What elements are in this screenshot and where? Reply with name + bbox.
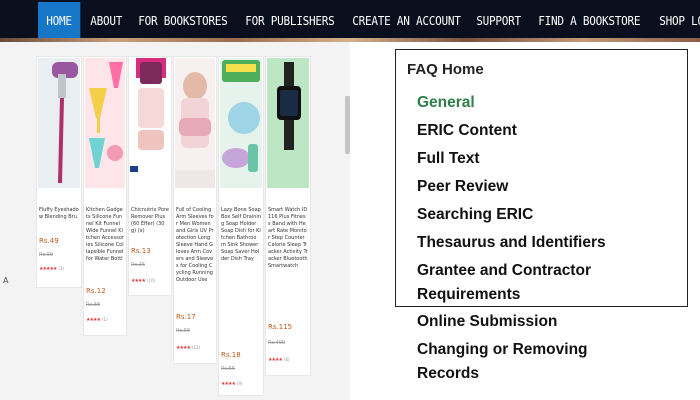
product-title[interactable]: Kitchen Gadgets Silicone Funnel Kit Funn… bbox=[86, 207, 124, 263]
review-count: (9) bbox=[236, 381, 243, 386]
product-image-smartwatch bbox=[267, 58, 309, 188]
rating-stars: ★★★★ bbox=[86, 317, 101, 323]
faq-link-searching-eric[interactable]: Searching ERIC bbox=[417, 203, 533, 227]
product-card[interactable]: Lazy Bone Soap Box Self Draining Soap Ho… bbox=[218, 56, 264, 396]
rating-stars: ★★★★ bbox=[268, 357, 283, 363]
faq-link-full-text[interactable]: Full Text bbox=[417, 147, 480, 171]
product-image-sleeves bbox=[175, 58, 215, 188]
product-card[interactable]: Smart Watch ID116 Plus Fitness Band with… bbox=[265, 56, 311, 376]
nav-home[interactable]: HOME bbox=[38, 2, 81, 40]
product-old-price: Rs.99 bbox=[39, 252, 54, 258]
scrollbar-thumb[interactable] bbox=[345, 96, 350, 154]
product-rating: ★★★★ (12) bbox=[176, 345, 200, 351]
rating-stars: ★★★★ bbox=[176, 345, 191, 351]
faq-title: FAQ Home bbox=[407, 61, 484, 78]
product-price: Rs.13 bbox=[131, 247, 151, 255]
rating-stars: ★★★★ bbox=[131, 278, 146, 284]
review-count: (12) bbox=[191, 345, 201, 350]
product-price: Rs.18 bbox=[221, 351, 241, 359]
product-old-price: Rs.55 bbox=[221, 366, 236, 372]
nav-for-publishers[interactable]: FOR PUBLISHERS bbox=[237, 2, 343, 40]
faq-link-thesaurus[interactable]: Thesaurus and Identifiers bbox=[417, 231, 606, 255]
product-title[interactable]: Smart Watch ID116 Plus Fitness Band with… bbox=[268, 207, 308, 319]
nav-create-account[interactable]: CREATE AN ACCOUNT bbox=[344, 2, 469, 40]
product-title[interactable]: Lazy Bone Soap Box Self Draining Soap Ho… bbox=[221, 207, 261, 347]
product-old-price: Rs.38 bbox=[86, 302, 101, 308]
faq-link-records[interactable]: Records bbox=[417, 362, 479, 386]
product-title[interactable]: Chicnutrix Pore Remover Plus (60 Effer) … bbox=[131, 207, 169, 235]
review-count: (6) bbox=[283, 357, 290, 362]
product-title[interactable]: Fluffy Eyeshadow Blending Brush bbox=[39, 207, 79, 221]
top-navigation: HOME ABOUT FOR BOOKSTORES FOR PUBLISHERS… bbox=[0, 0, 700, 42]
product-rating: ★★★★★ (3) bbox=[39, 266, 64, 272]
product-price: Rs.12 bbox=[86, 287, 106, 295]
faq-link-online-submission[interactable]: Online Submission bbox=[417, 310, 557, 334]
rating-stars: ★★★★★ bbox=[39, 266, 57, 272]
review-count: (1) bbox=[101, 317, 108, 322]
product-rating: ★★★★ (6) bbox=[268, 357, 290, 363]
rating-stars: ★★★★ bbox=[221, 381, 236, 387]
review-count: (10) bbox=[146, 278, 156, 283]
faq-link-requirements[interactable]: Requirements bbox=[417, 283, 520, 307]
product-rating: ★★★★ (9) bbox=[221, 381, 243, 387]
nav-shop-local[interactable]: SHOP LOCAL bbox=[651, 2, 700, 40]
product-card[interactable]: Fluffy Eyeshadow Blending Brush Rs.49 Rs… bbox=[36, 56, 82, 288]
product-image-jar bbox=[130, 58, 170, 188]
nav-find-bookstore[interactable]: FIND A BOOKSTORE bbox=[530, 2, 648, 40]
faq-link-changing-removing[interactable]: Changing or Removing bbox=[417, 338, 588, 362]
product-image-soap-holder bbox=[220, 58, 262, 188]
product-old-price: Rs.25 bbox=[131, 262, 146, 268]
faq-link-general[interactable]: General bbox=[417, 91, 475, 115]
nav-support[interactable]: SUPPORT bbox=[468, 2, 529, 40]
product-price: Rs.49 bbox=[39, 237, 59, 245]
product-rating: ★★★★ (10) bbox=[131, 278, 155, 284]
product-card[interactable]: Kitchen Gadgets Silicone Funnel Kit Funn… bbox=[83, 56, 127, 336]
faq-link-peer-review[interactable]: Peer Review bbox=[417, 175, 508, 199]
product-title[interactable]: Full of Cooling Arm Sleeves for Men Wome… bbox=[176, 207, 214, 305]
product-price: Rs.17 bbox=[176, 313, 196, 321]
product-image-funnel bbox=[85, 58, 125, 188]
product-rating: ★★★★ (1) bbox=[86, 317, 108, 323]
product-price: Rs.115 bbox=[268, 323, 293, 331]
product-image-brush bbox=[38, 58, 80, 188]
product-old-price: Rs.68 bbox=[176, 328, 191, 334]
product-card[interactable]: Full of Cooling Arm Sleeves for Men Wome… bbox=[173, 56, 217, 364]
faq-link-grantee-contractor[interactable]: Grantee and Contractor bbox=[417, 259, 591, 283]
nav-for-bookstores[interactable]: FOR BOOKSTORES bbox=[130, 2, 236, 40]
product-card[interactable]: Chicnutrix Pore Remover Plus (60 Effer) … bbox=[128, 56, 172, 296]
left-edge-marker: A bbox=[3, 276, 9, 285]
review-count: (3) bbox=[58, 266, 65, 271]
faq-link-eric-content[interactable]: ERIC Content bbox=[417, 119, 517, 143]
product-old-price: Rs.499 bbox=[268, 340, 286, 346]
nav-about[interactable]: ABOUT bbox=[82, 2, 130, 40]
